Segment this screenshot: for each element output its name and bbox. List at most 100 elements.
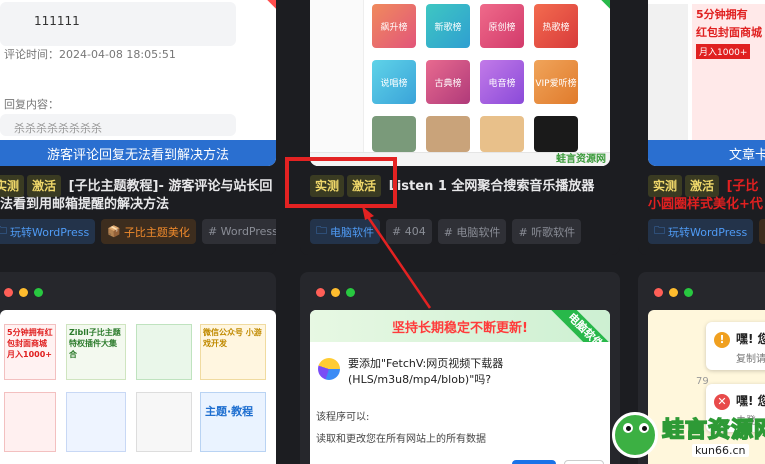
post-title-text: Listen 1 全网聚合搜索音乐播放器 <box>388 179 595 194</box>
thumbnail-caption: 游客评论回复无法看到解决方法 <box>0 140 276 166</box>
reply-box: 杀杀杀杀杀杀杀杀 <box>0 114 236 136</box>
banner-text: 坚持长期稳定不断更新! <box>392 320 528 336</box>
add-button[interactable]: 添加 <box>512 460 556 464</box>
chart-tile[interactable] <box>480 116 524 152</box>
corner-ribbon <box>258 0 276 12</box>
post-title-left[interactable]: 实测 激活 [子比主题教程]- 游客评论与站长回 <box>0 175 272 197</box>
post-thumbnail-middle[interactable]: 飙升榜 新歌榜 原创榜 热歌榜 说唱榜 古典榜 电音榜 VIP爱听榜 蛙言资源网 <box>310 0 610 166</box>
post-card-right[interactable]: 5分钟拥有 红包封面商城 月入1000+ 文章卡 实测 激活 [子比 小圆圈样式美… <box>638 0 765 255</box>
promo-line1: 5分钟拥有 <box>696 8 748 21</box>
promo-tile: 主题·教程 <box>200 392 266 452</box>
reply-label: 回复内容： <box>4 98 59 111</box>
promo-tile <box>66 392 126 452</box>
maximize-dot-icon <box>346 288 355 297</box>
maximize-dot-icon <box>34 288 43 297</box>
tag-category[interactable]: 📦 子比主题美化 <box>101 219 196 244</box>
chart-tile[interactable] <box>534 116 578 152</box>
post-card-left[interactable]: 111111 评论时间：2024-04-08 18:05:51 回复内容： 杀杀… <box>0 0 276 255</box>
promo-tile <box>136 392 192 452</box>
post-title-text: [子比 <box>726 179 759 194</box>
box-icon: 📦 <box>107 225 121 238</box>
post-card-bottom-left[interactable]: 5分钟拥有红包封面商城月入1000+ Zibll子比主题 特权插件大集合 微信公… <box>0 272 276 464</box>
tag-list-middle: 🗀 电脑软件 # 404 # 电脑软件 # 听歌软件 <box>310 219 582 244</box>
post-thumbnail-right[interactable]: 5分钟拥有 红包封面商城 月入1000+ 文章卡 <box>648 0 765 166</box>
badge-tested: 实测 <box>0 175 25 197</box>
folder-icon: 🗀 <box>316 224 327 237</box>
chart-tile[interactable]: 新歌榜 <box>426 4 470 48</box>
extension-icon <box>318 358 340 380</box>
tag-list-right: 🗀玩转WordPress 子 <box>648 219 765 244</box>
permissions-label: 该程序可以: <box>316 412 370 423</box>
corner-ribbon <box>592 0 610 12</box>
tag-category[interactable]: 🗀 玩转WordPress <box>648 219 754 244</box>
toast-info: ! 嘿! 您 复制请 <box>706 322 765 370</box>
permissions-text: 读取和更改您在所有网站上的所有数据 <box>316 434 486 445</box>
tag-category[interactable]: 子 <box>759 219 765 244</box>
window-controls <box>316 288 355 297</box>
folder-icon: 🗀 <box>0 224 7 237</box>
window-controls <box>654 288 693 297</box>
tag-item[interactable]: # 404 <box>386 219 432 244</box>
badge-activated: 激活 <box>685 175 720 197</box>
post-title-line1: [子比主题教程]- 游客评论与站长回 <box>68 179 273 194</box>
annotation-highlight-box <box>285 157 397 208</box>
chart-tile[interactable] <box>426 116 470 152</box>
chart-tile[interactable] <box>372 116 416 152</box>
reply-text: 杀杀杀杀杀杀杀杀 <box>14 122 102 135</box>
tag-category[interactable]: 🗀 玩转WordPress <box>0 219 96 244</box>
comment-text: 111111 <box>34 14 80 28</box>
promo-tile: Zibll子比主题 特权插件大集合 <box>66 324 126 380</box>
toast-title: 嘿! 您 <box>736 332 765 346</box>
post-thumbnail-bottom-left[interactable]: 5分钟拥有红包封面商城月入1000+ Zibll子比主题 特权插件大集合 微信公… <box>0 310 276 464</box>
tag-list-left: 🗀玩转WordPress 📦子比主题美化 # WordPress # <box>0 219 276 244</box>
dialog-question: 要添加"FetchV:网页视频下载器(HLS/m3u8/mp4/blob)"吗? <box>348 357 504 386</box>
promo-tile <box>4 392 56 452</box>
post-card-middle[interactable]: 飙升榜 新歌榜 原创榜 热歌榜 说唱榜 古典榜 电音榜 VIP爱听榜 蛙言资源网… <box>300 0 620 255</box>
site-url: kun66.cn <box>692 444 749 457</box>
close-dot-icon <box>316 288 325 297</box>
badge-tested: 实测 <box>648 175 683 197</box>
tag-category[interactable]: 🗀 电脑软件 <box>310 219 380 244</box>
promo-panel: 5分钟拥有 红包封面商城 月入1000+ <box>692 4 765 154</box>
tag-item[interactable]: # 电脑软件 <box>437 219 507 244</box>
site-name: 蛙言资源网 <box>661 417 765 444</box>
toast-subtitle: 复制请 <box>736 354 765 365</box>
comment-box: 111111 <box>0 2 236 46</box>
chart-tile[interactable]: 飙升榜 <box>372 4 416 48</box>
close-dot-icon <box>4 288 13 297</box>
warning-icon: ! <box>714 332 730 348</box>
toast-title: 嘿! 您 <box>736 394 765 408</box>
post-title-left-line2[interactable]: 法看到用邮箱提醒的解决方法 <box>0 195 169 215</box>
post-thumbnail-left[interactable]: 111111 评论时间：2024-04-08 18:05:51 回复内容： 杀杀… <box>0 0 276 166</box>
promo-banner <box>648 4 688 154</box>
post-title-right[interactable]: 实测 激活 [子比 <box>648 175 759 197</box>
frog-logo-icon <box>612 412 658 458</box>
chart-tile[interactable]: 说唱榜 <box>372 60 416 104</box>
close-dot-icon <box>654 288 663 297</box>
tag-item[interactable]: # 听歌软件 <box>512 219 582 244</box>
comment-time: 评论时间：2024-04-08 18:05:51 <box>4 48 176 61</box>
post-card-bottom-middle[interactable]: 坚持长期稳定不断更新! 电脑软件 要添加"FetchV:网页视频下载器(HLS/… <box>300 272 620 464</box>
chart-tile[interactable]: 热歌榜 <box>534 4 578 48</box>
page: 111111 评论时间：2024-04-08 18:05:51 回复内容： 杀杀… <box>0 0 765 464</box>
thumbnail-watermark: 蛙言资源网 <box>556 154 606 165</box>
extension-dialog: 要添加"FetchV:网页视频下载器(HLS/m3u8/mp4/blob)"吗?… <box>310 342 610 464</box>
chart-tile[interactable]: 古典榜 <box>426 60 470 104</box>
cancel-button[interactable]: 取消 <box>564 460 604 464</box>
tag-item[interactable]: # WordPress <box>201 219 276 244</box>
chart-tile[interactable]: VIP爱听榜 <box>534 60 578 104</box>
promo-tile <box>136 324 192 380</box>
chart-tile[interactable]: 原创榜 <box>480 4 524 48</box>
promo-line2: 红包封面商城 <box>696 26 762 39</box>
promo-line3: 月入1000+ <box>696 44 751 59</box>
site-watermark: 蛙言资源网 kun66.cn <box>612 408 765 464</box>
chart-tile[interactable]: 电音榜 <box>480 60 524 104</box>
folder-icon: 🗀 <box>654 224 665 237</box>
post-title-right-line2[interactable]: 小圆圈样式美化+代 <box>648 195 763 215</box>
minimize-dot-icon <box>19 288 28 297</box>
minimize-dot-icon <box>331 288 340 297</box>
promo-tile: 微信公众号 小游戏开发 <box>200 324 266 380</box>
promo-tile: 5分钟拥有红包封面商城月入1000+ <box>4 324 56 380</box>
minimize-dot-icon <box>669 288 678 297</box>
post-thumbnail-bottom-middle[interactable]: 坚持长期稳定不断更新! 电脑软件 要添加"FetchV:网页视频下载器(HLS/… <box>310 310 610 464</box>
